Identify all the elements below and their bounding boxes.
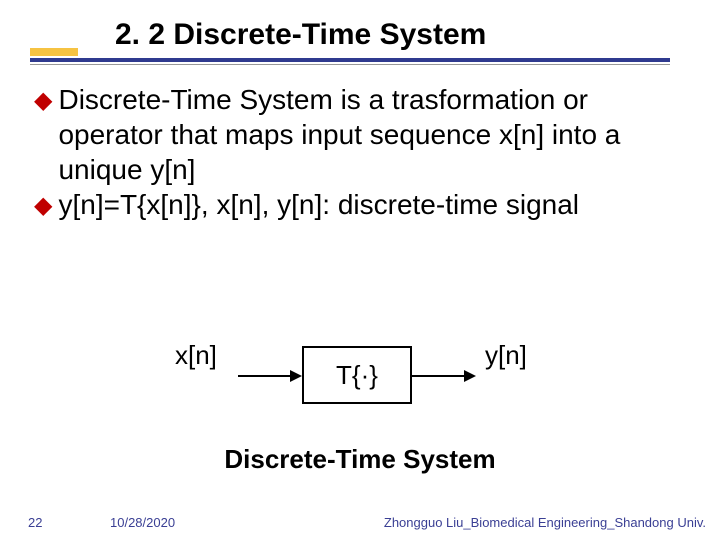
arrow-line: [412, 375, 466, 377]
bullet-row: ◆ y[n]=T{x[n]}, x[n], y[n]: discrete-tim…: [34, 187, 694, 225]
title-rule-thin: [30, 64, 670, 65]
bullet-text: y[n]=T{x[n]}, x[n], y[n]: discrete-time …: [58, 187, 694, 222]
bullet-text: Discrete-Time System is a trasformation …: [58, 82, 694, 187]
arrow-line: [238, 375, 292, 377]
arrow-in-icon: [238, 373, 302, 379]
arrow-head-icon: [290, 370, 302, 382]
diagram-caption: Discrete-Time System: [0, 444, 720, 475]
slide: 2. 2 Discrete-Time System ◆ Discrete-Tim…: [0, 0, 720, 540]
arrow-head-icon: [464, 370, 476, 382]
input-label: x[n]: [175, 340, 217, 371]
page-number: 22: [28, 515, 42, 530]
operator-box: T{·}: [302, 346, 412, 404]
body-text: ◆ Discrete-Time System is a trasformatio…: [34, 82, 694, 225]
footer-date: 10/28/2020: [110, 515, 175, 530]
bullet-row: ◆ Discrete-Time System is a trasformatio…: [34, 82, 694, 187]
title-rule-thick: [30, 58, 670, 62]
slide-title: 2. 2 Discrete-Time System: [115, 18, 486, 52]
bullet-icon: ◆: [34, 82, 52, 120]
bullet-icon: ◆: [34, 187, 52, 225]
system-diagram: x[n] T{·} y[n]: [130, 330, 590, 420]
footer-author: Zhongguo Liu_Biomedical Engineering_Shan…: [384, 515, 706, 530]
arrow-out-icon: [412, 373, 476, 379]
title-accent: [30, 48, 78, 56]
output-label: y[n]: [485, 340, 527, 371]
